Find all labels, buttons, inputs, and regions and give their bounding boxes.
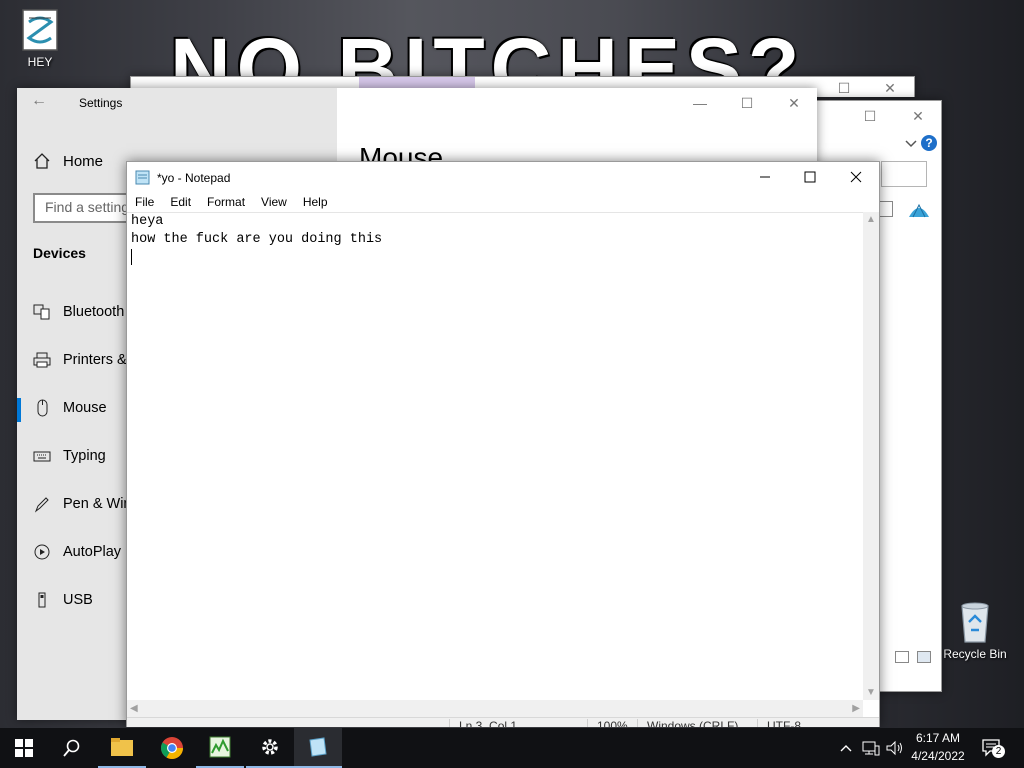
desktop-icon-hey[interactable]: HEY: [8, 8, 72, 69]
shell-icon[interactable]: [907, 199, 931, 223]
nav-item-pen[interactable]: Pen & Win: [33, 490, 132, 518]
notification-count-badge: 2: [992, 745, 1005, 758]
nav-item-label: Printers &: [63, 352, 127, 368]
maximize-button[interactable]: ☐: [724, 88, 770, 118]
dropdown-chevron-icon[interactable]: [901, 133, 921, 153]
windows-logo-icon: [15, 739, 33, 757]
nav-item-label: Mouse: [63, 400, 107, 416]
cursor-position: Ln 3, Col 1: [459, 719, 518, 727]
menu-bar: File Edit Format View Help: [127, 192, 879, 212]
start-button[interactable]: [0, 728, 48, 768]
show-hidden-icons-chevron-icon[interactable]: [838, 740, 854, 756]
keyboard-icon: [33, 447, 51, 465]
status-bar: Ln 3, Col 1 100% Windows (CRLF) UTF-8: [127, 717, 879, 727]
active-nav-indicator: [17, 398, 21, 422]
nav-item-bluetooth[interactable]: Bluetooth: [33, 298, 124, 326]
nav-item-label: Pen & Win: [63, 496, 132, 512]
back-arrow-icon[interactable]: ←: [31, 92, 47, 110]
desktop-icon-label: HEY: [27, 55, 53, 69]
recycle-bin-icon: [956, 600, 994, 644]
vertical-scrollbar[interactable]: ▲ ▼: [863, 212, 879, 700]
search-icon: [63, 739, 80, 757]
menu-edit[interactable]: Edit: [162, 192, 199, 212]
nav-item-autoplay[interactable]: AutoPlay: [33, 538, 121, 566]
nav-home-label: Home: [63, 152, 104, 170]
minimize-button[interactable]: [742, 162, 788, 192]
text-line: [127, 249, 863, 267]
menu-file[interactable]: File: [127, 192, 162, 212]
minimize-button[interactable]: —: [677, 88, 723, 118]
nav-item-label: Typing: [63, 448, 106, 464]
printer-icon: [33, 351, 51, 369]
clock-date[interactable]: 4/24/2022: [906, 749, 970, 763]
settings-title: Settings: [79, 96, 123, 110]
maximize-button[interactable]: [787, 162, 833, 192]
nav-item-usb[interactable]: USB: [33, 586, 93, 614]
taskbar-chrome[interactable]: [148, 728, 196, 768]
home-icon: [33, 152, 51, 170]
pen-icon: [33, 495, 51, 513]
mouse-icon: [33, 399, 51, 417]
notepad-title: *yo - Notepad: [157, 171, 231, 185]
nav-home[interactable]: Home: [33, 152, 103, 170]
nav-item-label: Bluetooth: [63, 304, 125, 320]
nav-item-label: AutoPlay: [63, 544, 122, 560]
network-icon[interactable]: [862, 740, 880, 756]
section-heading: Devices: [33, 245, 86, 261]
nav-item-label: USB: [63, 592, 93, 608]
volume-icon[interactable]: [886, 740, 904, 756]
scroll-down-arrow-icon[interactable]: ▼: [866, 687, 876, 698]
gear-icon: [262, 739, 278, 755]
encoding: UTF-8: [767, 719, 801, 727]
taskbar-file-explorer[interactable]: [98, 728, 146, 768]
desktop-icon-label: Recycle Bin: [943, 647, 1007, 661]
menu-view[interactable]: View: [253, 192, 295, 212]
text-line: how the fuck are you doing this: [131, 232, 383, 247]
usb-icon: [33, 591, 51, 609]
text-line: heya: [131, 214, 164, 229]
search-box[interactable]: [881, 161, 927, 187]
search-button[interactable]: [48, 728, 96, 768]
notepad-titlebar[interactable]: *yo - Notepad: [127, 162, 879, 192]
window-maximize-button[interactable]: ☐: [821, 73, 867, 103]
taskbar-task-manager[interactable]: [196, 728, 244, 768]
horizontal-scrollbar[interactable]: ◀ ▶: [127, 700, 863, 717]
action-center-button[interactable]: 2: [982, 738, 1005, 758]
window-maximize-button[interactable]: ☐: [847, 101, 893, 131]
chrome-icon: [161, 737, 183, 759]
desktop-icon-recycle-bin[interactable]: Recycle Bin: [942, 600, 1008, 661]
scroll-right-arrow-icon[interactable]: ▶: [852, 703, 860, 714]
menu-format[interactable]: Format: [199, 192, 253, 212]
scroll-up-arrow-icon[interactable]: ▲: [866, 214, 876, 225]
large-icons-view-icon[interactable]: [917, 651, 931, 663]
notepad-icon: [135, 169, 151, 185]
close-button[interactable]: [833, 162, 879, 192]
menu-help[interactable]: Help: [295, 192, 336, 212]
taskbar-notepad[interactable]: [294, 728, 342, 768]
nav-item-typing[interactable]: Typing: [33, 442, 106, 470]
script-file-icon: [21, 8, 59, 52]
nav-item-printers[interactable]: Printers &: [33, 346, 127, 374]
taskbar-settings[interactable]: [246, 728, 294, 768]
window-close-button[interactable]: ✕: [867, 73, 913, 103]
bluetooth-devices-icon: [33, 303, 51, 321]
taskbar: 6:17 AM 4/24/2022 2: [0, 728, 1024, 768]
task-manager-icon: [209, 736, 231, 758]
text-caret: [131, 249, 132, 265]
text-editor[interactable]: heya how the fuck are you doing this: [127, 212, 863, 701]
autoplay-icon: [33, 543, 51, 561]
folder-icon: [111, 738, 133, 756]
zoom-level: 100%: [597, 719, 628, 727]
scroll-left-arrow-icon[interactable]: ◀: [130, 703, 138, 714]
close-button[interactable]: ✕: [771, 88, 817, 118]
nav-item-mouse[interactable]: Mouse: [33, 394, 107, 422]
line-ending: Windows (CRLF): [647, 719, 739, 727]
clock-time[interactable]: 6:17 AM: [906, 731, 970, 745]
window-close-button[interactable]: ✕: [895, 101, 941, 131]
notepad-window[interactable]: *yo - Notepad File Edit Format View Help…: [126, 161, 880, 727]
notepad-icon: [309, 737, 327, 757]
details-view-icon[interactable]: [895, 651, 909, 663]
help-icon[interactable]: ?: [921, 135, 937, 151]
